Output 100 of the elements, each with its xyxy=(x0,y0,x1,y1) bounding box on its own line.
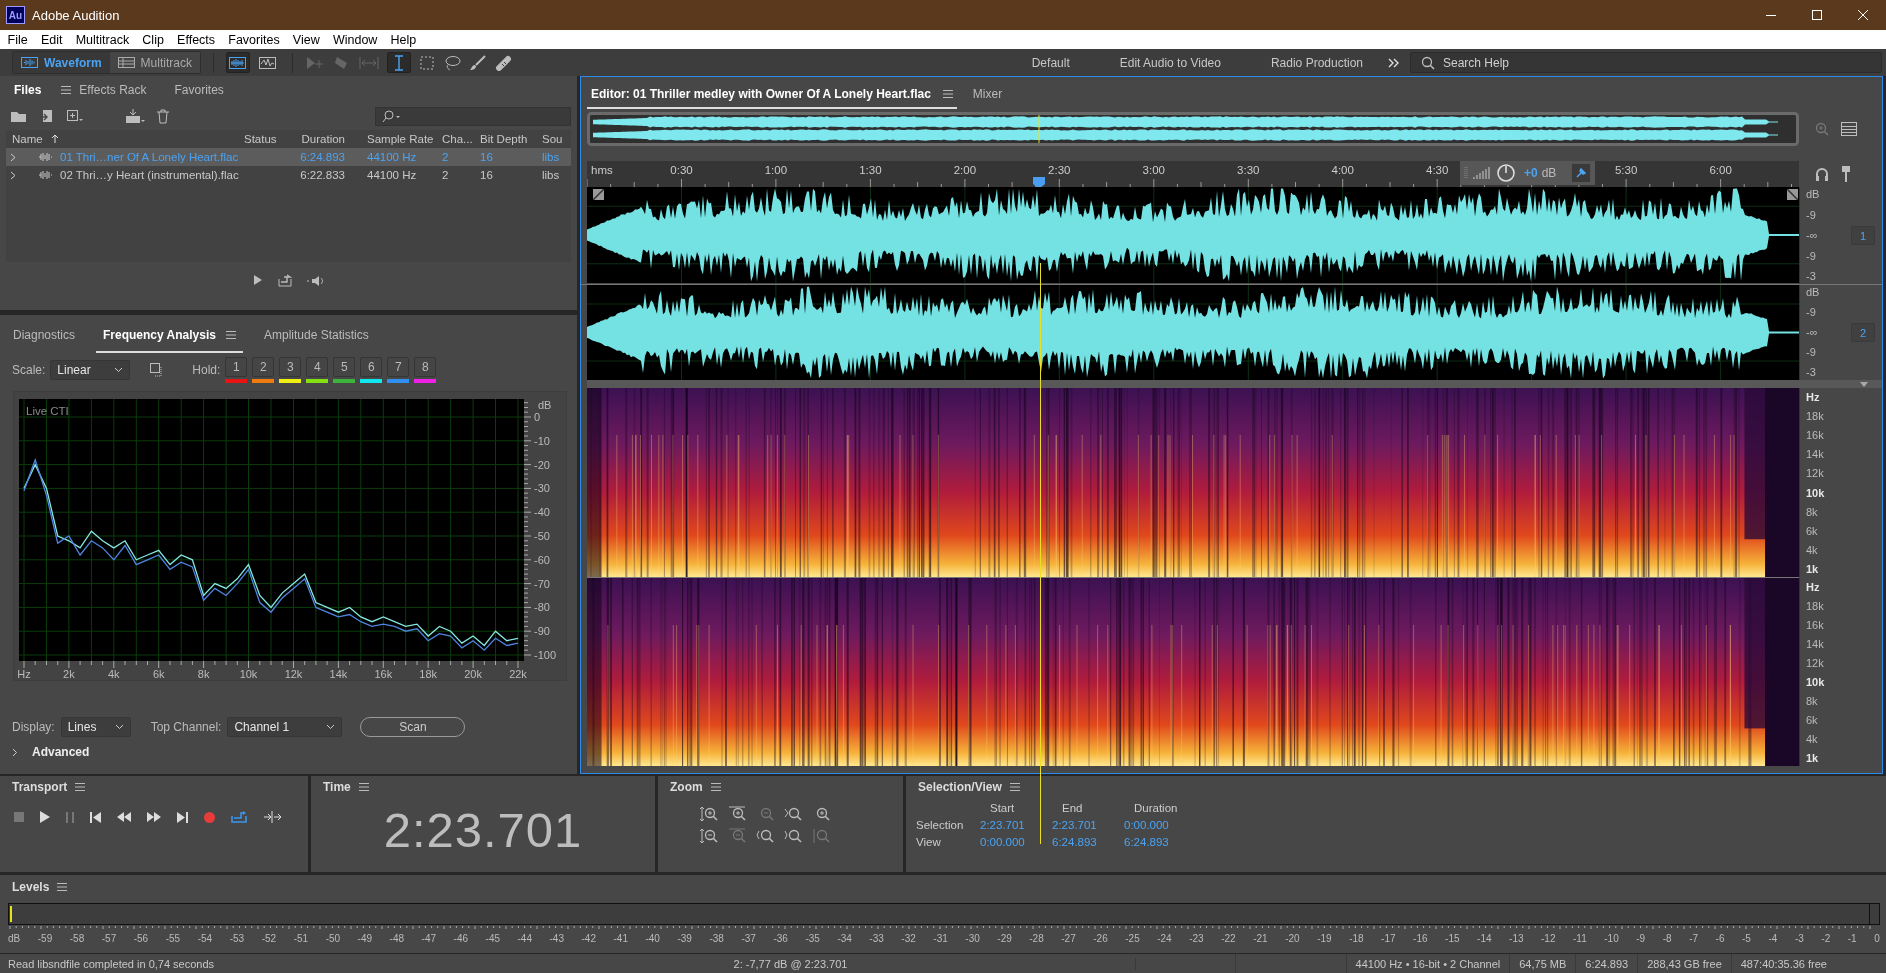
autoplay-speaker-icon[interactable] xyxy=(306,274,325,288)
hold-button[interactable]: 4 xyxy=(306,357,329,377)
volume-hud[interactable]: +0 dB xyxy=(1460,161,1595,185)
trash-icon[interactable] xyxy=(156,108,170,124)
column-header[interactable]: Bit Depth xyxy=(480,133,528,145)
channel-dropdown[interactable]: Channel 1 xyxy=(227,717,343,737)
display-dropdown[interactable]: Lines xyxy=(60,717,131,737)
panel-tab[interactable]: Files xyxy=(6,78,50,102)
search-field[interactable]: Search Help xyxy=(1410,52,1882,73)
open-folder-icon[interactable] xyxy=(10,109,28,123)
panel-menu-icon[interactable] xyxy=(61,86,72,94)
menu-item[interactable]: Effects xyxy=(170,32,222,47)
zoom-in-amplitude-icon[interactable] xyxy=(700,806,718,822)
menu-item[interactable]: File xyxy=(1,32,35,47)
panel-menu-icon[interactable] xyxy=(57,883,68,891)
hold-button[interactable]: 3 xyxy=(279,357,302,377)
workspace-tab[interactable]: Default xyxy=(1006,55,1095,70)
play-icon[interactable] xyxy=(252,274,263,286)
time-value[interactable]: 2:23.701 xyxy=(1052,819,1097,831)
volume-knob-icon[interactable] xyxy=(1496,163,1516,183)
time-value[interactable]: 0:00.000 xyxy=(980,836,1025,848)
time-ruler[interactable]: hms 0:30 1:00 1:30 2:00 2:30 3:00 3:30 4:00 4:30 +0 dB 5:30 6:00 xyxy=(587,161,1799,187)
rewind-icon[interactable] xyxy=(117,812,131,822)
zoom-out-amplitude-icon[interactable] xyxy=(700,828,718,844)
marker-pin-icon[interactable] xyxy=(1841,166,1851,182)
zoom-out-full-icon[interactable] xyxy=(784,828,802,844)
caret-down-icon[interactable] xyxy=(1860,381,1868,387)
new-file-icon[interactable] xyxy=(66,109,84,123)
workspace-tab[interactable]: Radio Production xyxy=(1245,55,1388,70)
audio-file-icon[interactable] xyxy=(38,170,52,180)
fast-forward-icon[interactable] xyxy=(147,812,161,822)
panel-tab[interactable]: Frequency Analysis xyxy=(96,328,243,353)
workspace-tab[interactable]: Edit Audio to Video xyxy=(1094,55,1246,70)
menu-item[interactable]: View xyxy=(286,32,327,47)
menu-item[interactable]: Multitrack xyxy=(69,32,136,47)
column-header[interactable]: Sample Rate xyxy=(367,133,434,145)
go-to-start-icon[interactable] xyxy=(90,811,101,823)
overview-waveform[interactable] xyxy=(587,112,1799,146)
panel-menu-icon[interactable] xyxy=(942,90,953,98)
panel-tab[interactable]: Effects Rack xyxy=(71,78,155,102)
go-to-end-icon[interactable] xyxy=(177,811,188,823)
waveform-view-icon[interactable] xyxy=(229,56,247,69)
search-icon[interactable] xyxy=(382,109,402,123)
headphones-icon[interactable] xyxy=(1815,167,1829,181)
file-row[interactable]: 02 Thri…y Heart (instrumental).flac 6:22.833 44100 Hz 2 16 libs xyxy=(6,166,571,184)
hold-button[interactable]: 7 xyxy=(387,357,410,377)
column-header[interactable]: Name xyxy=(12,133,43,145)
zoom-in-time-icon[interactable] xyxy=(728,806,746,822)
hold-button[interactable]: 6 xyxy=(360,357,383,377)
mode-button[interactable]: Waveform xyxy=(13,52,110,73)
channel-badge[interactable]: 2 xyxy=(1851,323,1875,342)
hold-button[interactable]: 2 xyxy=(252,357,275,377)
panel-menu-icon[interactable] xyxy=(1009,783,1020,791)
time-value[interactable]: 6:24.893 xyxy=(1124,836,1169,848)
spectral-view-icon[interactable] xyxy=(259,56,277,69)
channel-badge[interactable]: 1 xyxy=(1851,226,1875,245)
panel-menu-icon[interactable] xyxy=(710,783,721,791)
pin-icon[interactable] xyxy=(1575,167,1587,179)
zoom-out-icon[interactable] xyxy=(756,828,774,844)
menu-item[interactable]: Edit xyxy=(34,32,70,47)
search-field[interactable] xyxy=(375,106,571,126)
editor-tab[interactable]: Mixer xyxy=(968,87,1007,109)
panel-menu-icon[interactable] xyxy=(225,331,236,339)
column-header[interactable]: Status xyxy=(244,133,277,145)
panel-tab[interactable]: Diagnostics xyxy=(6,328,83,353)
batch-import-icon[interactable] xyxy=(124,108,146,124)
skip-selection-icon[interactable] xyxy=(263,811,281,823)
hold-button[interactable]: 1 xyxy=(225,357,248,377)
menu-item[interactable]: Window xyxy=(326,32,384,47)
menu-item[interactable]: Clip xyxy=(135,32,171,47)
play-icon[interactable] xyxy=(40,811,50,823)
fade-out-handle-icon[interactable] xyxy=(1787,189,1798,200)
maximize-icon[interactable] xyxy=(1811,9,1823,21)
panel-tab[interactable]: Amplitude Statistics xyxy=(256,328,376,353)
time-selection-icon[interactable] xyxy=(392,54,405,71)
hold-button[interactable]: 5 xyxy=(333,357,356,377)
column-header[interactable]: Duration xyxy=(301,133,345,145)
panel-tab[interactable]: Favorites xyxy=(166,78,232,102)
panel-menu-icon[interactable] xyxy=(75,783,86,791)
marquee-icon[interactable] xyxy=(418,54,435,71)
column-header[interactable]: Cha... xyxy=(442,133,473,145)
zoom-in-icon[interactable] xyxy=(784,806,802,822)
time-value[interactable]: 0:00.000 xyxy=(1124,819,1169,831)
healing-brush-icon[interactable] xyxy=(494,54,513,71)
list-icon[interactable] xyxy=(1841,122,1857,136)
loop-icon[interactable] xyxy=(231,811,247,823)
editor-tab[interactable]: Editor: 01 Thriller medley with Owner Of A Lonely Heart.flac xyxy=(587,87,957,109)
brush-icon[interactable] xyxy=(468,54,487,71)
time-value[interactable]: 6:24.893 xyxy=(1052,836,1097,848)
lasso-icon[interactable] xyxy=(442,54,461,71)
sort-arrow-icon[interactable] xyxy=(50,134,59,144)
loop-export-icon[interactable] xyxy=(276,274,293,288)
copy-icon[interactable] xyxy=(150,363,165,377)
time-value[interactable]: 2:23.701 xyxy=(980,819,1025,831)
menu-item[interactable]: Favorites xyxy=(221,32,287,47)
panel-menu-icon[interactable] xyxy=(358,783,369,791)
advanced-toggle[interactable]: Advanced xyxy=(0,745,577,759)
more-chevron-icon[interactable] xyxy=(1388,57,1400,68)
column-header[interactable]: Sou xyxy=(542,133,563,145)
fade-in-handle-icon[interactable] xyxy=(593,189,604,200)
